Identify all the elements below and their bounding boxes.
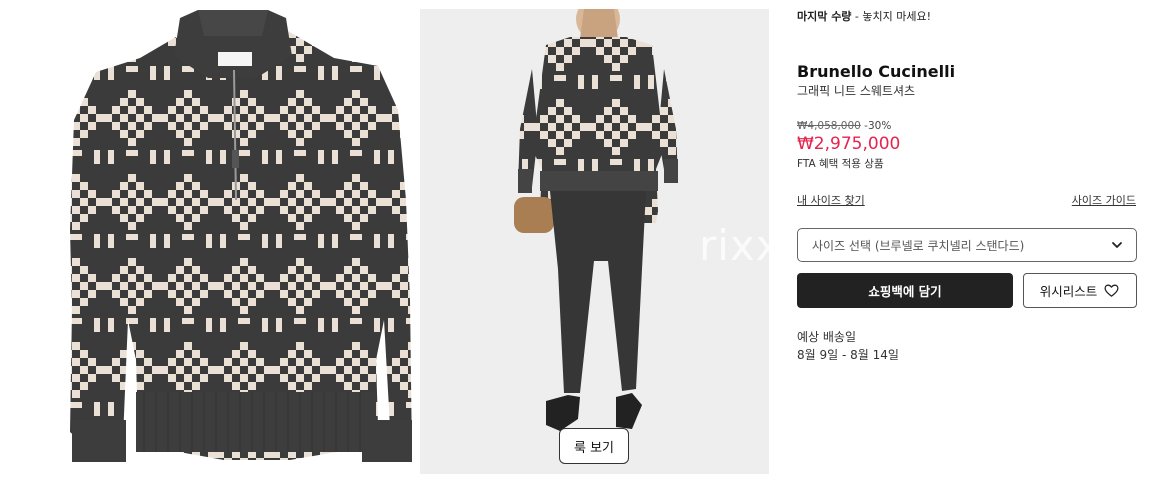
- fta-benefit: FTA 혜택 적용 상품: [797, 158, 884, 170]
- sale-price: ₩2,975,000: [797, 134, 901, 154]
- shipping-dates: 8월 9일 - 8월 14일: [797, 348, 899, 362]
- product-info-panel: 마지막 수량 - 놓치지 마세요! Brunello Cucinelli 그래픽…: [797, 0, 1137, 480]
- product-name: 그래픽 니트 스웨트셔츠: [797, 84, 916, 98]
- wishlist-label: 위시리스트: [1039, 284, 1098, 299]
- watermark-text: rixx: [699, 221, 769, 270]
- look-button[interactable]: 룩 보기: [559, 428, 629, 464]
- shipping-label: 예상 배송일: [797, 330, 857, 344]
- size-guide-link[interactable]: 사이즈 가이드: [1072, 192, 1136, 208]
- size-select[interactable]: 사이즈 선택 (브루넬로 쿠치넬리 스탠다드): [797, 228, 1137, 262]
- sweater-flatlay-illustration: [70, 10, 412, 462]
- brand-name[interactable]: Brunello Cucinelli: [797, 62, 955, 81]
- chevron-down-icon: [1112, 242, 1122, 248]
- find-my-size-link[interactable]: 내 사이즈 찾기: [797, 192, 865, 208]
- stock-notice-bold: 마지막 수량: [797, 10, 852, 23]
- stock-notice-text: - 놓치지 마세요!: [851, 10, 932, 23]
- wishlist-button[interactable]: 위시리스트: [1023, 273, 1137, 308]
- stock-notice: 마지막 수량 - 놓치지 마세요!: [797, 8, 931, 24]
- original-price: ₩4,058,000: [797, 120, 861, 132]
- product-image-front[interactable]: [48, 0, 420, 480]
- product-image-model[interactable]: rixx 룩 보기: [420, 9, 769, 474]
- discount-rate: -30%: [864, 120, 892, 132]
- add-to-bag-button[interactable]: 쇼핑백에 담기: [797, 273, 1013, 308]
- original-price-row: ₩4,058,000 -30%: [797, 120, 891, 132]
- heart-icon: [1104, 284, 1119, 297]
- size-select-placeholder: 사이즈 선택 (브루넬로 쿠치넬리 스탠다드): [812, 238, 1025, 253]
